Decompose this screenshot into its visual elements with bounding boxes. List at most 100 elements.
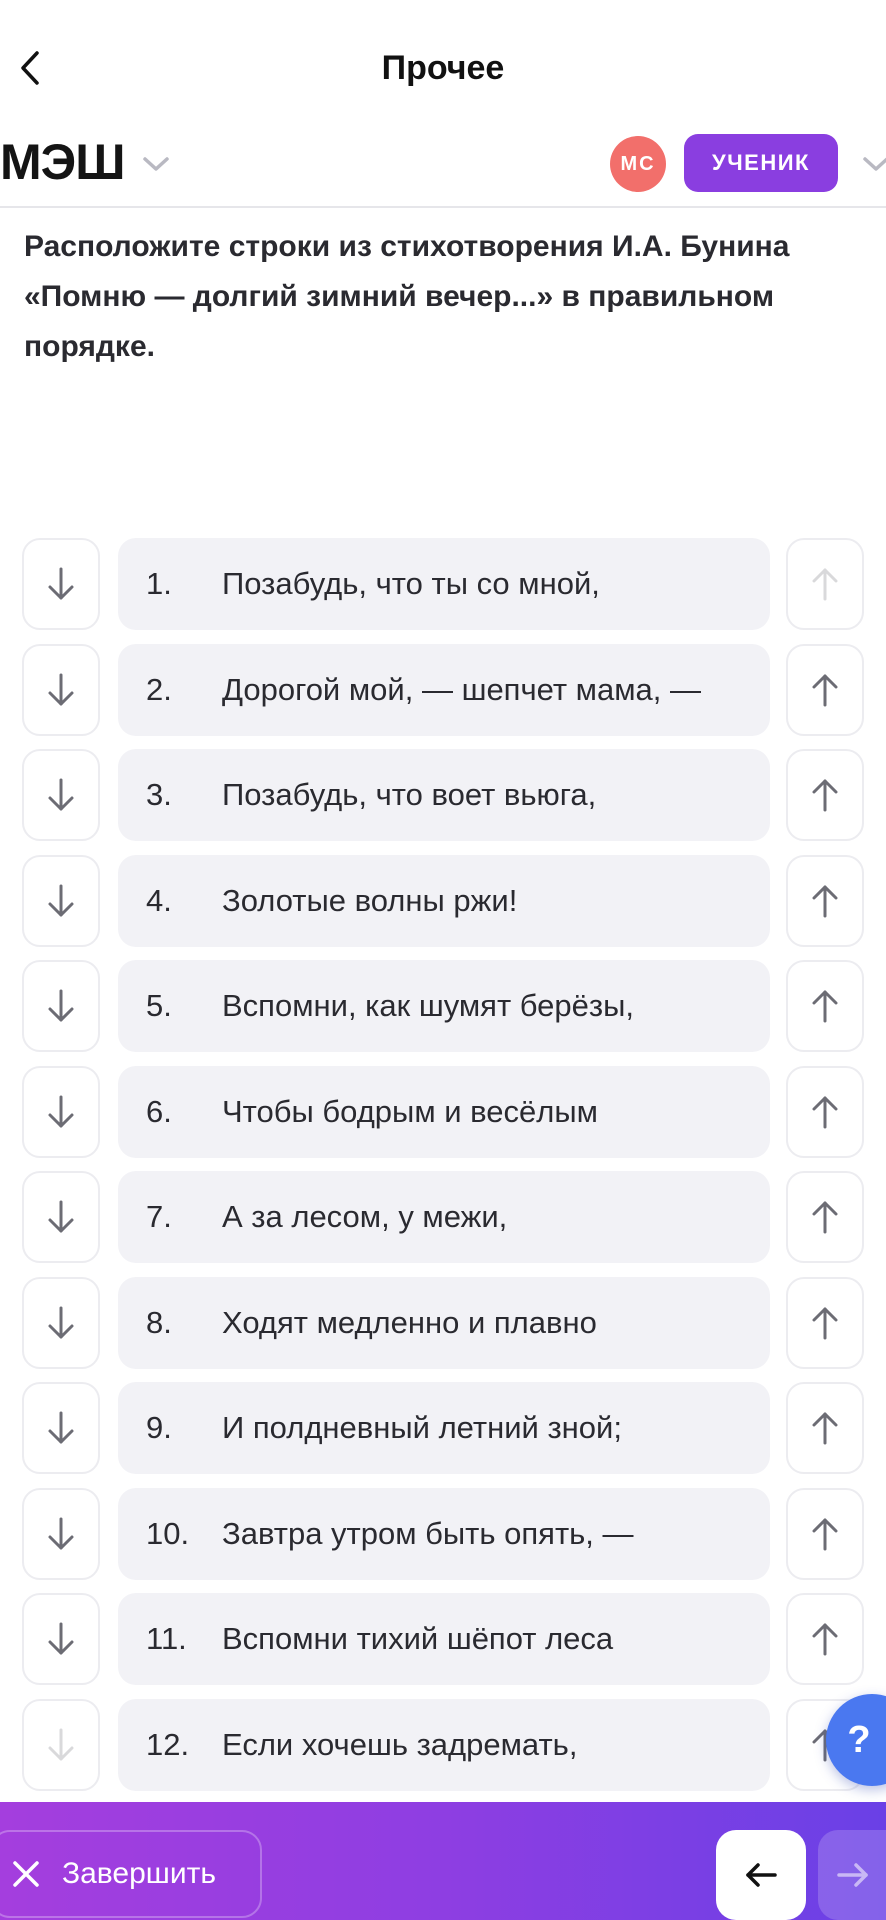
- poem-line-card[interactable]: 1. Позабудь, что ты со мной,: [118, 538, 770, 630]
- move-down-button[interactable]: [22, 644, 100, 736]
- list-item: 5. Вспомни, как шумят берёзы,: [0, 960, 886, 1052]
- move-up-button[interactable]: [786, 1066, 864, 1158]
- line-text: Ходят медленно и плавно: [222, 1305, 597, 1340]
- line-text: А за лесом, у межи,: [222, 1199, 508, 1234]
- move-down-button[interactable]: [22, 1382, 100, 1474]
- arrow-up-icon: [812, 1518, 838, 1551]
- poem-line-card[interactable]: 3. Позабудь, что воет вьюга,: [118, 749, 770, 841]
- list-item: 8. Ходят медленно и плавно: [0, 1277, 886, 1369]
- line-number: 8.: [146, 1305, 172, 1340]
- move-down-button[interactable]: [22, 1488, 100, 1580]
- arrow-up-icon: [812, 674, 838, 707]
- list-item: 9. И полдневный летний зной;: [0, 1382, 886, 1474]
- arrow-down-icon: [48, 778, 74, 811]
- arrow-down-icon: [48, 989, 74, 1022]
- arrow-down-icon: [48, 1517, 74, 1550]
- line-number: 7.: [146, 1199, 172, 1234]
- role-badge[interactable]: УЧЕНИК: [684, 134, 838, 192]
- line-text: Вспомни, как шумят берёзы,: [222, 988, 635, 1023]
- move-down-button[interactable]: [22, 1066, 100, 1158]
- arrow-down-icon: [48, 1411, 74, 1444]
- poem-line-card[interactable]: 11. Вспомни тихий шёпот леса: [118, 1593, 770, 1685]
- arrow-right-icon: [837, 1863, 868, 1887]
- arrow-down-icon: [48, 1728, 74, 1761]
- poem-line-card[interactable]: 7. А за лесом, у межи,: [118, 1171, 770, 1263]
- move-up-button[interactable]: [786, 538, 864, 630]
- arrow-down-icon: [48, 567, 74, 600]
- list-item: 10. Завтра утром быть опять, —: [0, 1488, 886, 1580]
- poem-line-card[interactable]: 10. Завтра утром быть опять, —: [118, 1488, 770, 1580]
- line-text: Чтобы бодрым и весёлым: [222, 1094, 598, 1129]
- line-text: Позабудь, что воет вьюга,: [222, 777, 597, 812]
- arrow-down-icon: [48, 884, 74, 917]
- arrow-up-icon: [812, 885, 838, 918]
- line-text: И полдневный летний зной;: [222, 1410, 622, 1445]
- arrow-up-icon: [812, 568, 838, 601]
- move-up-button[interactable]: [786, 960, 864, 1052]
- arrow-left-icon: [746, 1863, 777, 1887]
- chevron-down-icon: [863, 157, 886, 171]
- chevron-down-icon: [143, 157, 169, 171]
- poem-line-card[interactable]: 2. Дорогой мой, — шепчет мама, —: [118, 644, 770, 736]
- arrow-up-icon: [812, 1412, 838, 1445]
- line-text: Золотые волны ржи!: [222, 883, 518, 918]
- question-text: Расположите строки из стихотворения И.А.…: [24, 230, 790, 363]
- move-up-button[interactable]: [786, 644, 864, 736]
- next-button[interactable]: [818, 1830, 886, 1920]
- move-up-button[interactable]: [786, 1382, 864, 1474]
- line-number: 4.: [146, 883, 172, 918]
- line-text: Позабудь, что ты со мной,: [222, 566, 600, 601]
- move-down-button[interactable]: [22, 538, 100, 630]
- poem-line-card[interactable]: 5. Вспомни, как шумят берёзы,: [118, 960, 770, 1052]
- move-down-button[interactable]: [22, 1171, 100, 1263]
- move-down-button[interactable]: [22, 1277, 100, 1369]
- arrow-down-icon: [48, 673, 74, 706]
- poem-line-card[interactable]: 8. Ходят медленно и плавно: [118, 1277, 770, 1369]
- arrow-down-icon: [48, 1622, 74, 1655]
- line-text: Дорогой мой, — шепчет мама, —: [222, 672, 701, 707]
- line-number: 6.: [146, 1094, 172, 1129]
- move-down-button[interactable]: [22, 1699, 100, 1791]
- move-up-button[interactable]: [786, 1277, 864, 1369]
- move-down-button[interactable]: [22, 749, 100, 841]
- move-up-button[interactable]: [786, 1593, 864, 1685]
- line-number: 9.: [146, 1410, 172, 1445]
- arrow-up-icon: [812, 990, 838, 1023]
- prev-button[interactable]: [716, 1830, 806, 1920]
- line-number: 3.: [146, 777, 172, 812]
- move-up-button[interactable]: [786, 1488, 864, 1580]
- avatar[interactable]: МС: [610, 136, 666, 192]
- app-header: МЭШ МС УЧЕНИК: [0, 130, 886, 208]
- line-text: Если хочешь задремать,: [222, 1727, 578, 1762]
- arrow-up-icon: [812, 1201, 838, 1234]
- service-switcher-button[interactable]: [140, 148, 172, 180]
- list-item: 3. Позабудь, что воет вьюга,: [0, 749, 886, 841]
- list-item: 4. Золотые волны ржи!: [0, 855, 886, 947]
- arrow-up-icon: [812, 1307, 838, 1340]
- bottom-bar: Завершить: [0, 1802, 886, 1920]
- poem-line-card[interactable]: 9. И полдневный летний зной;: [118, 1382, 770, 1474]
- list-item: 2. Дорогой мой, — шепчет мама, —: [0, 644, 886, 736]
- poem-line-card[interactable]: 4. Золотые волны ржи!: [118, 855, 770, 947]
- move-up-button[interactable]: [786, 855, 864, 947]
- poem-line-card[interactable]: 12. Если хочешь задремать,: [118, 1699, 770, 1791]
- arrow-up-icon: [812, 1096, 838, 1129]
- arrow-up-icon: [812, 1623, 838, 1656]
- move-down-button[interactable]: [22, 1593, 100, 1685]
- arrow-up-icon: [812, 779, 838, 812]
- role-switcher-button[interactable]: [862, 148, 886, 180]
- line-text: Завтра утром быть опять, —: [222, 1516, 634, 1551]
- list-item: 12. Если хочешь задремать,: [0, 1699, 886, 1791]
- arrow-down-icon: [48, 1095, 74, 1128]
- move-down-button[interactable]: [22, 855, 100, 947]
- line-text: Вспомни тихий шёпот леса: [222, 1621, 614, 1656]
- finish-button[interactable]: Завершить: [0, 1830, 262, 1918]
- line-number: 2.: [146, 672, 172, 707]
- move-up-button[interactable]: [786, 1171, 864, 1263]
- move-up-button[interactable]: [786, 749, 864, 841]
- list-item: 6. Чтобы бодрым и весёлым: [0, 1066, 886, 1158]
- logo: МЭШ: [0, 134, 125, 190]
- line-number: 5.: [146, 988, 172, 1023]
- poem-line-card[interactable]: 6. Чтобы бодрым и весёлым: [118, 1066, 770, 1158]
- move-down-button[interactable]: [22, 960, 100, 1052]
